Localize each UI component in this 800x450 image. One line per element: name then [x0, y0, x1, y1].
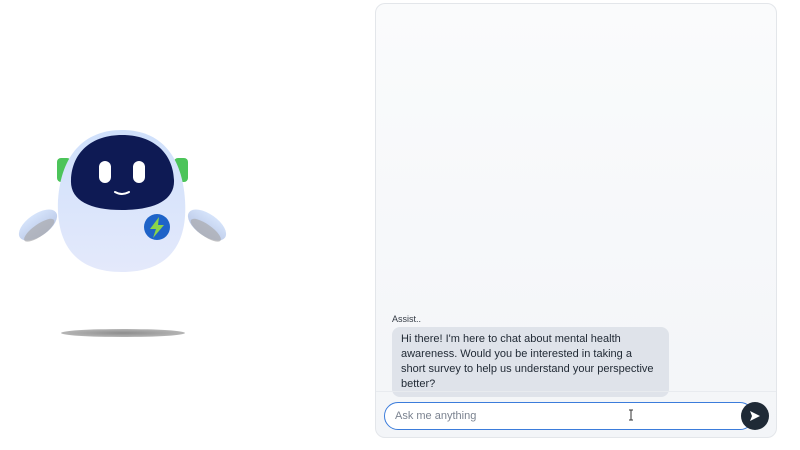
- right-arm: [187, 209, 227, 242]
- send-button[interactable]: [741, 402, 769, 430]
- input-divider: [376, 391, 776, 392]
- message-sender: Assist..: [392, 314, 422, 324]
- left-eye: [99, 161, 111, 183]
- chat-page: Assist.. Hi there! I'm here to chat abou…: [0, 0, 800, 450]
- mascot-area: [0, 0, 370, 450]
- mascot-shadow: [61, 329, 185, 337]
- chat-input[interactable]: [384, 402, 754, 430]
- right-eye: [133, 161, 145, 183]
- left-arm: [18, 209, 58, 242]
- assistant-message-bubble: Hi there! I'm here to chat about mental …: [392, 327, 669, 397]
- chat-panel: Assist.. Hi there! I'm here to chat abou…: [375, 3, 777, 438]
- robot-mascot-icon: [18, 130, 227, 337]
- message-list: Assist.. Hi there! I'm here to chat abou…: [376, 4, 776, 397]
- send-arrow-icon: [750, 411, 760, 421]
- chat-input-row: [384, 402, 771, 432]
- text-cursor-icon: [629, 409, 633, 421]
